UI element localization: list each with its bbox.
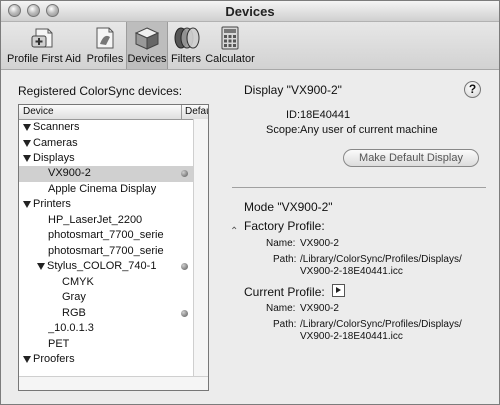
factory-name-label: Name: (266, 238, 296, 249)
device-row-label: Printers (33, 198, 71, 210)
devices-heading: Registered ColorSync devices: (18, 84, 183, 98)
device-row-label: RGB (62, 307, 86, 319)
splitter-handle[interactable]: ⌃ (230, 227, 238, 237)
device-row-label: Proofers (33, 353, 75, 365)
default-indicator-icon (181, 170, 188, 177)
device-row-label: Cameras (33, 137, 78, 149)
device-rows: Scanners Cameras Displays VX900-2 Apple Cine… (19, 120, 194, 378)
section-divider (232, 187, 486, 188)
toolbar-item-label: Profiles (86, 53, 124, 65)
device-row[interactable]: HP_LaserJet_2200 (19, 213, 194, 229)
device-list-header: Device Default (19, 105, 208, 120)
column-divider (181, 105, 182, 119)
device-row[interactable]: Cameras (19, 136, 194, 152)
disclosure-triangle-icon[interactable] (23, 201, 31, 208)
toolbar-item-label: Profile First Aid (7, 53, 81, 65)
toolbar-item-calculator[interactable]: Calculator (204, 22, 256, 69)
device-row-label: PET (48, 338, 70, 350)
device-row[interactable]: RGB (19, 306, 194, 322)
toolbar-item-profiles[interactable]: Profiles (85, 22, 125, 69)
window-title: Devices (225, 4, 275, 19)
current-path-line1: /Library/ColorSync/Profiles/Displays/ (300, 319, 462, 330)
disclosure-triangle-icon[interactable] (23, 140, 31, 147)
device-row[interactable]: photosmart_7700_serie (19, 244, 194, 260)
device-row[interactable]: Stylus_COLOR_740-1 (19, 259, 194, 275)
device-row-label: Gray (62, 291, 86, 303)
devices-window: Devices Profile First Aid Profiles Devic… (0, 0, 500, 405)
make-default-display-button[interactable]: Make Default Display (343, 149, 479, 167)
help-button[interactable]: ? (464, 81, 481, 98)
title-bar: Devices (1, 1, 499, 22)
factory-path-label: Path: (273, 254, 297, 265)
scope-label: Scope: (266, 124, 301, 136)
current-name-label: Name: (266, 303, 296, 314)
device-row-label: CMYK (62, 276, 94, 288)
profiles-icon (96, 27, 114, 49)
current-profile-heading: Current Profile: (244, 285, 325, 299)
toolbar-item-profile-first-aid[interactable]: Profile First Aid (3, 22, 85, 69)
disclosure-triangle-icon[interactable] (23, 124, 31, 131)
device-row[interactable]: VX900-2 (19, 166, 194, 182)
vertical-scrollbar[interactable] (193, 119, 208, 390)
column-header-default[interactable]: Default (185, 106, 208, 117)
device-row-label: Scanners (33, 121, 80, 133)
device-row[interactable]: Printers (19, 197, 194, 213)
device-row[interactable]: Scanners (19, 120, 194, 136)
filters-icon (174, 27, 200, 49)
device-row[interactable]: photosmart_7700_serie (19, 228, 194, 244)
default-indicator-icon (181, 263, 188, 270)
toolbar-item-filters[interactable]: Filters (168, 22, 204, 69)
device-row[interactable]: Displays (19, 151, 194, 167)
column-header-device[interactable]: Device (23, 106, 54, 117)
device-row[interactable]: PET (19, 337, 194, 353)
id-label: ID: (286, 109, 301, 121)
toolbar-item-label: Calculator (205, 53, 255, 65)
toolbar: Profile First Aid Profiles Devices Filte… (1, 22, 499, 70)
factory-path-line2: VX900-2-18E40441.icc (300, 266, 403, 277)
horizontal-scrollbar[interactable] (19, 376, 208, 390)
current-path-label: Path: (273, 319, 297, 330)
device-row[interactable]: Apple Cinema Display (19, 182, 194, 198)
device-row-label: photosmart_7700_serie (48, 229, 164, 241)
device-row-label: Apple Cinema Display (48, 183, 157, 195)
device-row-label: Displays (33, 152, 75, 164)
disclosure-triangle-icon[interactable] (23, 356, 31, 363)
default-indicator-icon (181, 310, 188, 317)
device-row[interactable]: Gray (19, 290, 194, 306)
device-row-label: _10.0.1.3 (48, 322, 94, 334)
device-row[interactable]: Proofers (19, 352, 194, 368)
factory-profile-heading: Factory Profile: (244, 219, 325, 233)
disclosure-triangle-icon[interactable] (37, 263, 45, 270)
current-path-line2: VX900-2-18E40441.icc (300, 331, 403, 342)
device-row-label: Stylus_COLOR_740-1 (47, 260, 157, 272)
device-row[interactable]: _10.0.1.3 (19, 321, 194, 337)
calculator-icon (221, 26, 239, 50)
factory-path-line1: /Library/ColorSync/Profiles/Displays/ (300, 254, 462, 265)
mode-heading: Mode "VX900-2" (244, 200, 333, 214)
disclosure-triangle-icon[interactable] (23, 155, 31, 162)
toolbar-item-label: Devices (127, 53, 167, 65)
current-name-value: VX900-2 (300, 303, 339, 314)
toolbar-item-devices[interactable]: Devices (126, 22, 168, 69)
id-value: 18E40441 (300, 109, 351, 121)
device-row-label: photosmart_7700_serie (48, 245, 164, 257)
first-aid-icon (31, 28, 53, 48)
device-row-label: VX900-2 (48, 167, 91, 179)
device-row-label: HP_LaserJet_2200 (48, 214, 143, 226)
toolbar-item-label: Filters (171, 53, 201, 65)
factory-name-value: VX900-2 (300, 238, 339, 249)
scope-value: Any user of current machine (300, 124, 438, 136)
display-heading: Display "VX900-2" (244, 83, 342, 97)
devices-icon (134, 27, 160, 50)
choose-profile-button[interactable] (332, 284, 345, 297)
device-list[interactable]: Device Default Scanners Cameras Displays VX… (18, 104, 209, 391)
device-row[interactable]: CMYK (19, 275, 194, 291)
